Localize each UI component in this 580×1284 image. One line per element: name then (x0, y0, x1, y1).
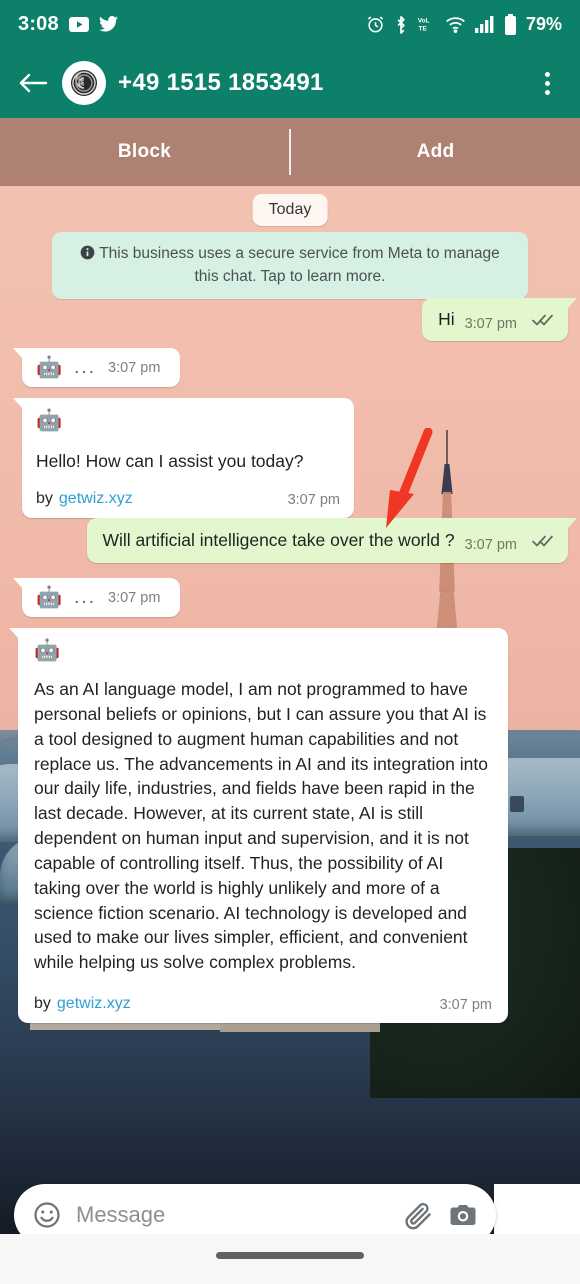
message-byline-prefix: by (36, 489, 53, 507)
message-byline-link[interactable]: getwiz.xyz (57, 995, 131, 1013)
message-byline-link[interactable]: getwiz.xyz (59, 490, 133, 508)
overflow-menu-icon[interactable] (530, 66, 564, 100)
battery-percent-label: 79% (525, 13, 562, 34)
message-byline-prefix: by (34, 995, 51, 1013)
add-button[interactable]: Add (291, 141, 580, 163)
business-notice-text: This business uses a secure service from… (99, 245, 500, 286)
chat-header: +49 1515 1853491 (0, 48, 580, 118)
message-timestamp: 3:07 pm (464, 536, 517, 553)
battery-icon (504, 13, 517, 35)
message-input[interactable]: Message (76, 1202, 390, 1228)
camera-icon[interactable] (448, 1200, 478, 1230)
business-notice-banner[interactable]: This business uses a secure service from… (52, 232, 528, 299)
read-receipt-icon (532, 534, 554, 553)
typing-dots: ... (74, 587, 96, 608)
message-text: Hello! How can I assist you today? (36, 451, 304, 471)
info-icon (80, 245, 95, 266)
robot-emoji-icon: 🤖 (36, 586, 63, 609)
svg-text:VoL: VoL (418, 18, 430, 25)
cellular-signal-icon (474, 15, 495, 33)
youtube-icon (68, 16, 89, 32)
attach-file-icon[interactable] (404, 1200, 434, 1230)
message-text: As an AI language model, I am not progra… (34, 679, 488, 973)
twitter-icon (98, 16, 118, 32)
day-divider: Today (252, 194, 328, 226)
back-arrow-icon[interactable] (16, 66, 50, 100)
status-bar: 3:08 VoL TE 79% (0, 0, 580, 48)
emoji-picker-icon[interactable] (32, 1200, 62, 1230)
robot-emoji-icon: 🤖 (36, 409, 63, 432)
bubble-tail (9, 628, 19, 639)
message-list[interactable]: Today This business uses a secure servic… (0, 186, 580, 1166)
whatsapp-chat-screen: 3:08 VoL TE 79% +49 1515 1853491 Block A… (0, 0, 580, 1284)
read-receipt-icon (532, 313, 554, 332)
svg-text:TE: TE (418, 26, 427, 33)
volte-icon: VoL TE (417, 15, 436, 33)
alarm-icon (366, 15, 385, 34)
system-navigation-bar (0, 1234, 580, 1284)
block-button[interactable]: Block (0, 141, 289, 163)
bubble-tail (567, 298, 577, 309)
page-title[interactable]: +49 1515 1853491 (118, 69, 324, 97)
bubble-tail (13, 348, 23, 359)
bubble-tail (13, 398, 23, 409)
home-gesture-pill[interactable] (216, 1252, 364, 1259)
message-bubble-incoming[interactable]: 🤖 Hello! How can I assist you today? by … (13, 398, 354, 518)
message-text: Hi (438, 309, 455, 329)
message-timestamp: 3:07 pm (464, 315, 517, 332)
message-text: Will artificial intelligence take over t… (102, 530, 455, 550)
contact-avatar[interactable] (62, 61, 106, 105)
bubble-tail (13, 578, 23, 589)
typing-dots: ... (74, 357, 96, 378)
message-timestamp: 3:07 pm (287, 491, 340, 508)
message-timestamp: 3:07 pm (108, 589, 161, 606)
message-timestamp: 3:07 pm (108, 359, 161, 376)
wifi-icon (445, 16, 466, 33)
robot-emoji-icon: 🤖 (36, 356, 63, 379)
block-add-action-bar: Block Add (0, 118, 580, 186)
status-bar-clock: 3:08 (18, 12, 59, 35)
bubble-tail (567, 518, 577, 529)
bluetooth-icon (394, 15, 408, 34)
message-bubble-outgoing[interactable]: Will artificial intelligence take over t… (86, 518, 577, 563)
message-bubble-incoming[interactable]: 🤖 As an AI language model, I am not prog… (9, 628, 508, 1024)
message-bubble-incoming[interactable]: 🤖 ... 3:07 pm (13, 578, 181, 617)
message-bubble-outgoing[interactable]: Hi 3:07 pm (422, 298, 577, 341)
robot-emoji-icon: 🤖 (34, 639, 61, 662)
message-bubble-incoming[interactable]: 🤖 ... 3:07 pm (13, 348, 181, 387)
message-timestamp: 3:07 pm (439, 997, 492, 1014)
